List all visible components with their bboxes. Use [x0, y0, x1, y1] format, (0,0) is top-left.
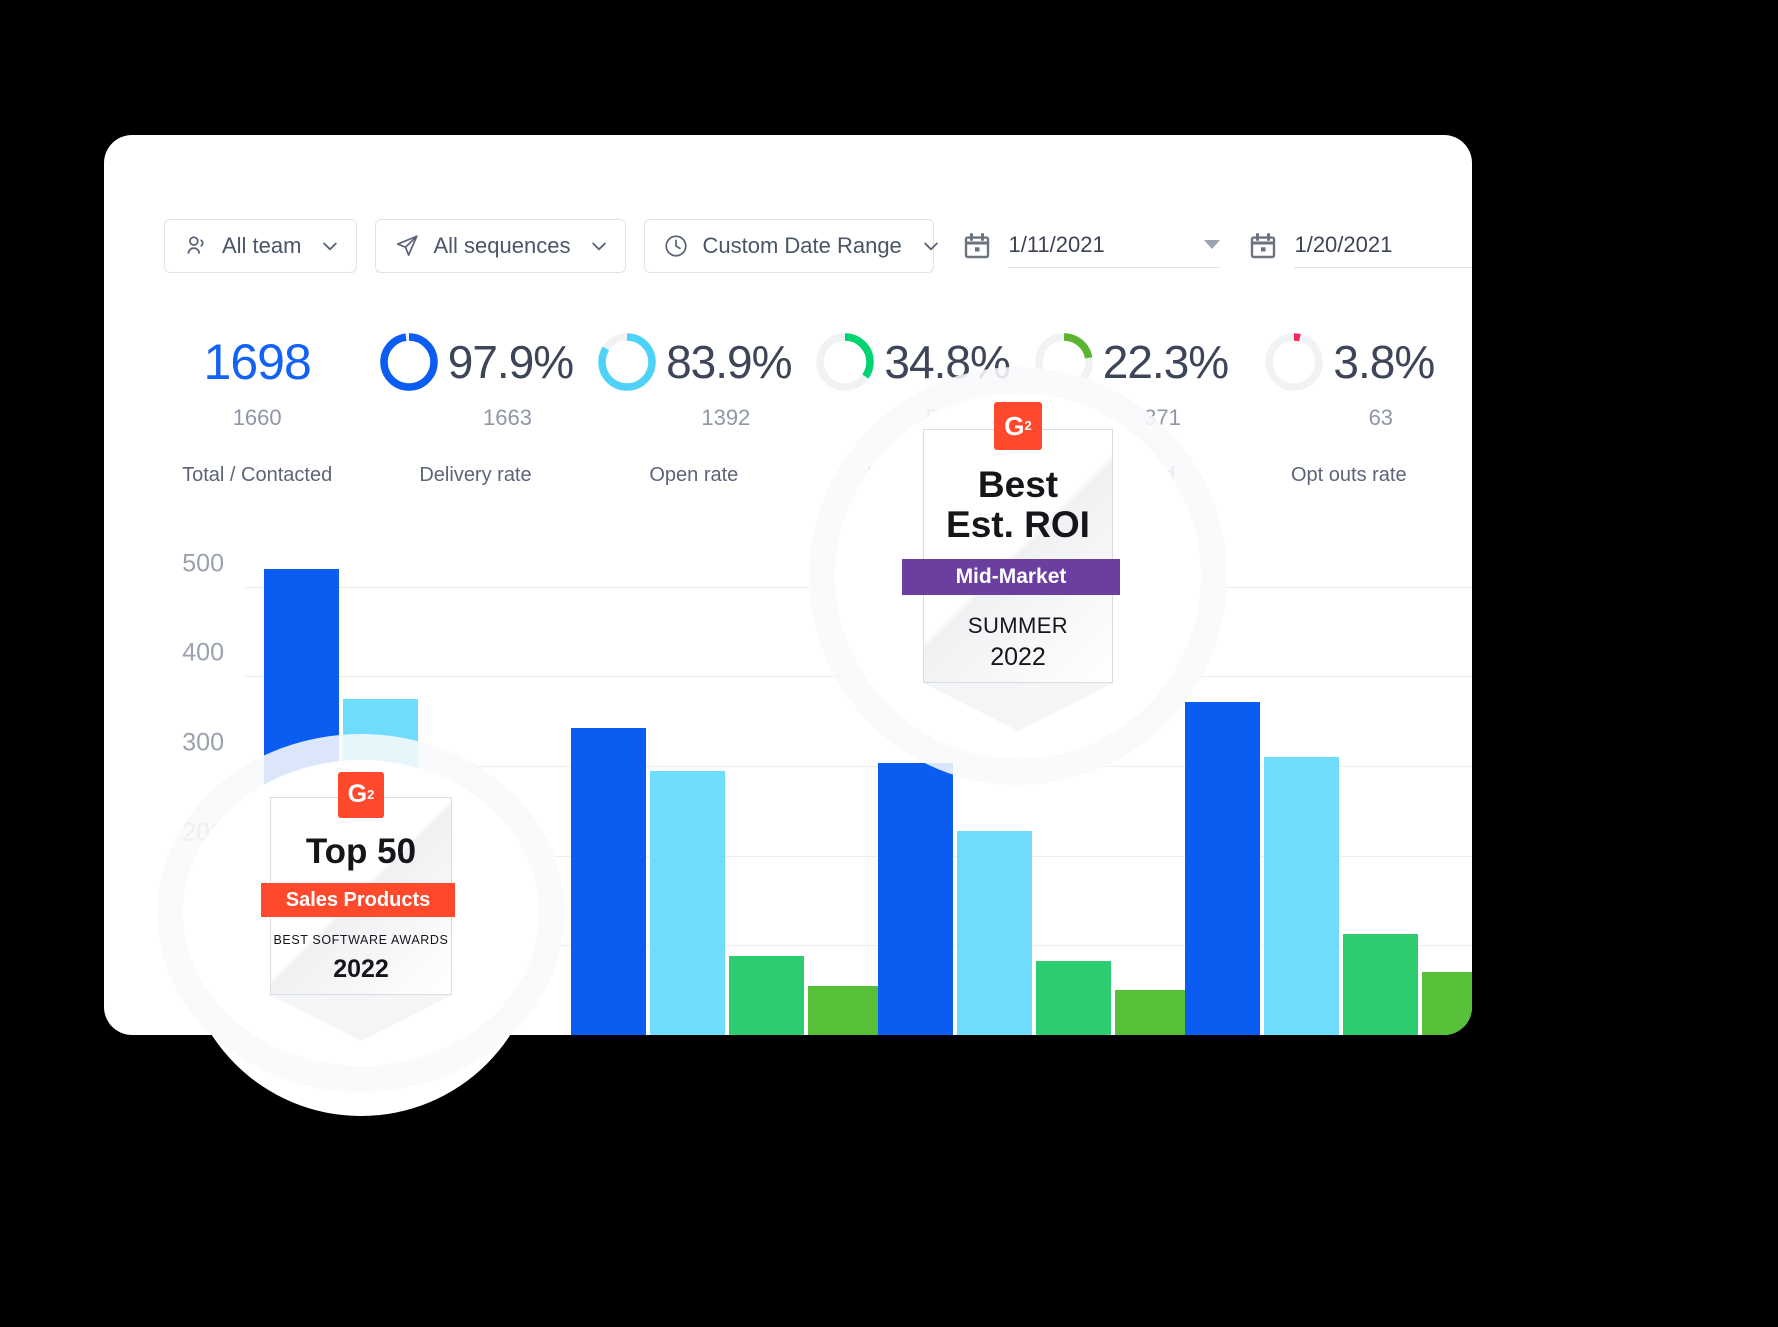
kpi-delivery-rate: 97.9% 1663 Delivery rate — [366, 325, 584, 485]
donut-chart — [816, 332, 875, 391]
g2-logo-icon: G2 — [994, 401, 1042, 450]
bar[interactable] — [1036, 960, 1111, 1035]
kpi-subvalue: 63 — [1368, 405, 1394, 430]
kpi-total-contacted: 1698 1660 Total / Contacted — [148, 325, 366, 486]
filter-all-team-label: All team — [222, 233, 302, 258]
kpi-value: 97.9% — [447, 335, 574, 388]
top50-title: Top 50 — [305, 831, 417, 871]
chevron-down-icon — [921, 236, 941, 256]
kpi-top: 1698 — [203, 325, 312, 398]
sequence-icon — [394, 233, 420, 259]
kpi-subvalue: 371 — [1144, 405, 1181, 430]
est-roi-title-line2: Est. ROI — [946, 503, 1090, 545]
kpi-value: 22.3% — [1102, 335, 1229, 388]
bar[interactable] — [571, 727, 646, 1035]
kpi-row: 1698 1660 Total / Contacted 97.9% 1663 Delive… — [148, 325, 1458, 485]
kpi-label: Delivery rate — [419, 464, 532, 486]
est-roi-year: 2022 — [990, 643, 1046, 672]
clock-icon — [663, 233, 689, 259]
date-to-value: 1/20/2021 — [1294, 231, 1393, 257]
top50-year: 2022 — [333, 955, 389, 984]
chevron-down-icon — [589, 236, 609, 256]
donut-chart — [380, 332, 438, 391]
calendar-icon — [1248, 231, 1278, 261]
date-to-box[interactable]: 1/20/2021 — [1294, 224, 1472, 268]
kpi-subvalue: 1660 — [232, 405, 282, 430]
kpi-value: 34.8% — [884, 335, 1010, 388]
g2-top50-badge: G2 Top 50 Sales Products BEST SOFTWARE A… — [183, 760, 539, 1066]
date-from-box[interactable]: 1/11/2021 — [1008, 224, 1221, 268]
bar[interactable] — [1343, 933, 1418, 1035]
g2-best-est-roi-badge: G2 Best Est. ROI Mid-Market SUMMER 2022 — [835, 393, 1201, 759]
kpi-value: 1698 — [203, 333, 312, 390]
filter-all-sequences-label: All sequences — [433, 233, 571, 258]
bar[interactable] — [878, 763, 953, 1035]
donut-chart — [1035, 332, 1093, 391]
kpi-value: 3.8% — [1333, 335, 1435, 388]
bar[interactable] — [957, 830, 1032, 1035]
bar[interactable] — [808, 985, 883, 1035]
est-roi-ribbon: Mid-Market — [902, 559, 1120, 596]
kpi-subvalue: 1392 — [701, 405, 751, 430]
bar[interactable] — [1264, 757, 1339, 1035]
bar[interactable] — [1422, 972, 1472, 1035]
kpi-label: Total / Contacted — [182, 464, 333, 486]
calendar-icon — [962, 231, 992, 261]
kpi-top: 97.9% — [378, 325, 574, 398]
donut-chart — [1265, 332, 1324, 391]
filter-date-range[interactable]: Custom Date Range — [644, 219, 938, 273]
y-axis-tick-label: 500 — [182, 549, 224, 578]
chevron-down-icon — [320, 236, 340, 256]
filter-all-sequences[interactable]: All sequences — [375, 219, 627, 273]
g2-logo-icon: G2 — [338, 771, 384, 818]
kpi-value: 83.9% — [666, 335, 792, 388]
date-from-value: 1/11/2021 — [1008, 231, 1105, 257]
y-axis-tick-label: 400 — [182, 638, 224, 667]
kpi-top: 83.9% — [596, 325, 793, 398]
filter-all-team[interactable]: All team — [164, 219, 358, 273]
bar[interactable] — [650, 770, 725, 1035]
kpi-label: Open rate — [649, 464, 739, 486]
kpi-open-rate: 83.9% 1392 Open rate — [585, 325, 803, 485]
y-axis-tick-label: 300 — [182, 728, 224, 757]
people-icon — [183, 233, 209, 259]
date-to-field[interactable]: 1/20/2021 — [1248, 219, 1472, 273]
kpi-label: Opt outs rate — [1290, 464, 1407, 486]
kpi-top: 22.3% — [1033, 325, 1229, 398]
kpi-opt-outs-rate: 3.8% 63 Opt outs rate — [1240, 325, 1458, 485]
kpi-top: 3.8% — [1263, 325, 1435, 398]
kpi-subvalue: 1663 — [483, 405, 532, 430]
est-roi-season: SUMMER — [967, 613, 1069, 639]
date-from-field[interactable]: 1/11/2021 — [962, 219, 1221, 273]
kpi-top: 34.8% — [814, 325, 1011, 398]
top50-ribbon: Sales Products — [261, 883, 455, 918]
bar[interactable] — [1185, 701, 1260, 1035]
filter-date-range-label: Custom Date Range — [702, 233, 902, 258]
chevron-down-icon — [1204, 240, 1221, 249]
bar-group — [1185, 533, 1472, 1035]
top50-award-name: BEST SOFTWARE AWARDS — [273, 933, 449, 948]
est-roi-title-line1: Best — [977, 463, 1059, 505]
filter-toolbar: All team All sequences Custom Date Range… — [164, 218, 1472, 274]
donut-chart — [598, 332, 656, 391]
bar[interactable] — [1115, 990, 1190, 1035]
bar[interactable] — [729, 956, 804, 1035]
